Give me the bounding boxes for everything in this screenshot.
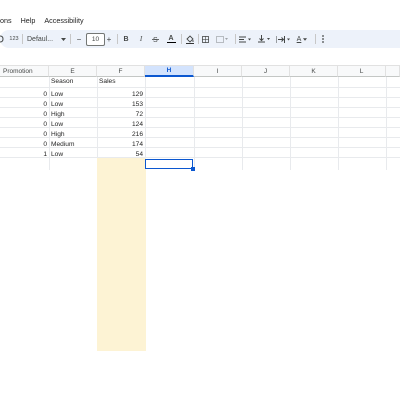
cell-sales[interactable]: 216 xyxy=(97,130,143,140)
text-rotation-label: A xyxy=(296,35,302,43)
selected-cell[interactable] xyxy=(145,159,193,169)
column-header-i[interactable]: I xyxy=(194,66,242,77)
cell-sales[interactable]: 174 xyxy=(97,140,143,150)
cell-promotion[interactable]: 0 xyxy=(2,140,47,150)
text-wrapping-icon[interactable] xyxy=(275,30,291,48)
text-color-swatch xyxy=(166,41,176,44)
cell-promotion[interactable]: 1 xyxy=(2,150,47,160)
svg-text:S: S xyxy=(153,37,158,43)
fill-handle[interactable] xyxy=(190,167,195,171)
column-header-e[interactable]: E xyxy=(49,66,97,77)
cell-promotion[interactable]: 0 xyxy=(2,110,47,120)
highlighted-range[interactable] xyxy=(97,158,146,351)
menu-bar: ons Help Accessibility xyxy=(0,12,400,28)
cell-season[interactable]: High xyxy=(51,130,95,140)
menu-extensions[interactable]: ons xyxy=(0,16,12,25)
toolbar-divider xyxy=(181,34,182,44)
horizontal-align-icon[interactable] xyxy=(238,30,252,48)
text-rotation-button[interactable]: A xyxy=(294,30,310,48)
zoom-icon[interactable] xyxy=(0,30,6,48)
caret-down-icon xyxy=(303,37,308,41)
text-color-label: A xyxy=(168,34,174,42)
cell-promotion[interactable]: 0 xyxy=(2,90,47,100)
column-header-h[interactable]: H xyxy=(145,66,194,77)
cell-promotion[interactable]: 0 xyxy=(2,120,47,130)
bold-button[interactable]: B xyxy=(122,30,130,48)
cell-season[interactable]: Low xyxy=(51,90,95,100)
cell-sales[interactable]: 153 xyxy=(97,100,143,110)
toolbar-divider xyxy=(70,34,71,44)
cell-promotion[interactable]: 0 xyxy=(2,100,47,110)
cell-sales[interactable]: 129 xyxy=(97,90,143,100)
text-color-button[interactable]: A xyxy=(165,30,177,48)
increase-font-size-button[interactable]: + xyxy=(105,30,113,48)
cell-header-season[interactable]: Season xyxy=(51,77,95,87)
cell-season[interactable]: Medium xyxy=(51,140,95,150)
column-header-f[interactable]: F xyxy=(97,66,145,77)
cell-season[interactable]: Low xyxy=(51,100,95,110)
menu-accessibility[interactable]: Accessibility xyxy=(44,16,83,25)
caret-down-icon[interactable] xyxy=(60,30,66,48)
cell-season[interactable]: Low xyxy=(51,150,95,160)
cell-sales[interactable]: 72 xyxy=(97,110,143,120)
cell-header-sales[interactable]: Sales xyxy=(99,77,143,87)
column-header-m[interactable] xyxy=(386,66,400,77)
italic-button[interactable]: I xyxy=(137,30,145,48)
grid-line xyxy=(0,87,400,88)
toolbar-divider xyxy=(235,34,236,44)
cell-promotion[interactable]: 0 xyxy=(2,130,47,140)
more-formats-button[interactable]: 123 xyxy=(8,30,20,48)
toolbar-divider xyxy=(117,34,118,44)
column-header-k[interactable]: K xyxy=(290,66,338,77)
toolbar-divider xyxy=(315,34,316,44)
fill-color-icon[interactable] xyxy=(185,30,195,48)
font-size-input[interactable]: 10 xyxy=(86,33,105,46)
column-header-j[interactable]: J xyxy=(242,66,290,77)
strikethrough-icon[interactable]: S xyxy=(150,30,160,48)
toolbar-divider xyxy=(198,34,199,44)
borders-icon[interactable] xyxy=(201,30,210,48)
cell-season[interactable]: High xyxy=(51,110,95,120)
cell-sales[interactable]: 124 xyxy=(97,120,143,130)
vertical-align-icon[interactable] xyxy=(257,30,271,48)
merge-cells-icon[interactable] xyxy=(215,30,229,48)
toolbar-divider xyxy=(22,34,23,44)
cell-sales[interactable]: 54 xyxy=(97,150,143,160)
menu-help[interactable]: Help xyxy=(21,16,36,25)
column-header-l[interactable]: L xyxy=(338,66,386,77)
decrease-font-size-button[interactable]: − xyxy=(75,30,83,48)
more-options-icon[interactable] xyxy=(319,30,327,48)
toolbar: 123 Defaul... − 10 + B I S A A xyxy=(0,30,400,48)
font-family-select[interactable]: Defaul... xyxy=(27,30,61,48)
cell-season[interactable]: Low xyxy=(51,120,95,130)
